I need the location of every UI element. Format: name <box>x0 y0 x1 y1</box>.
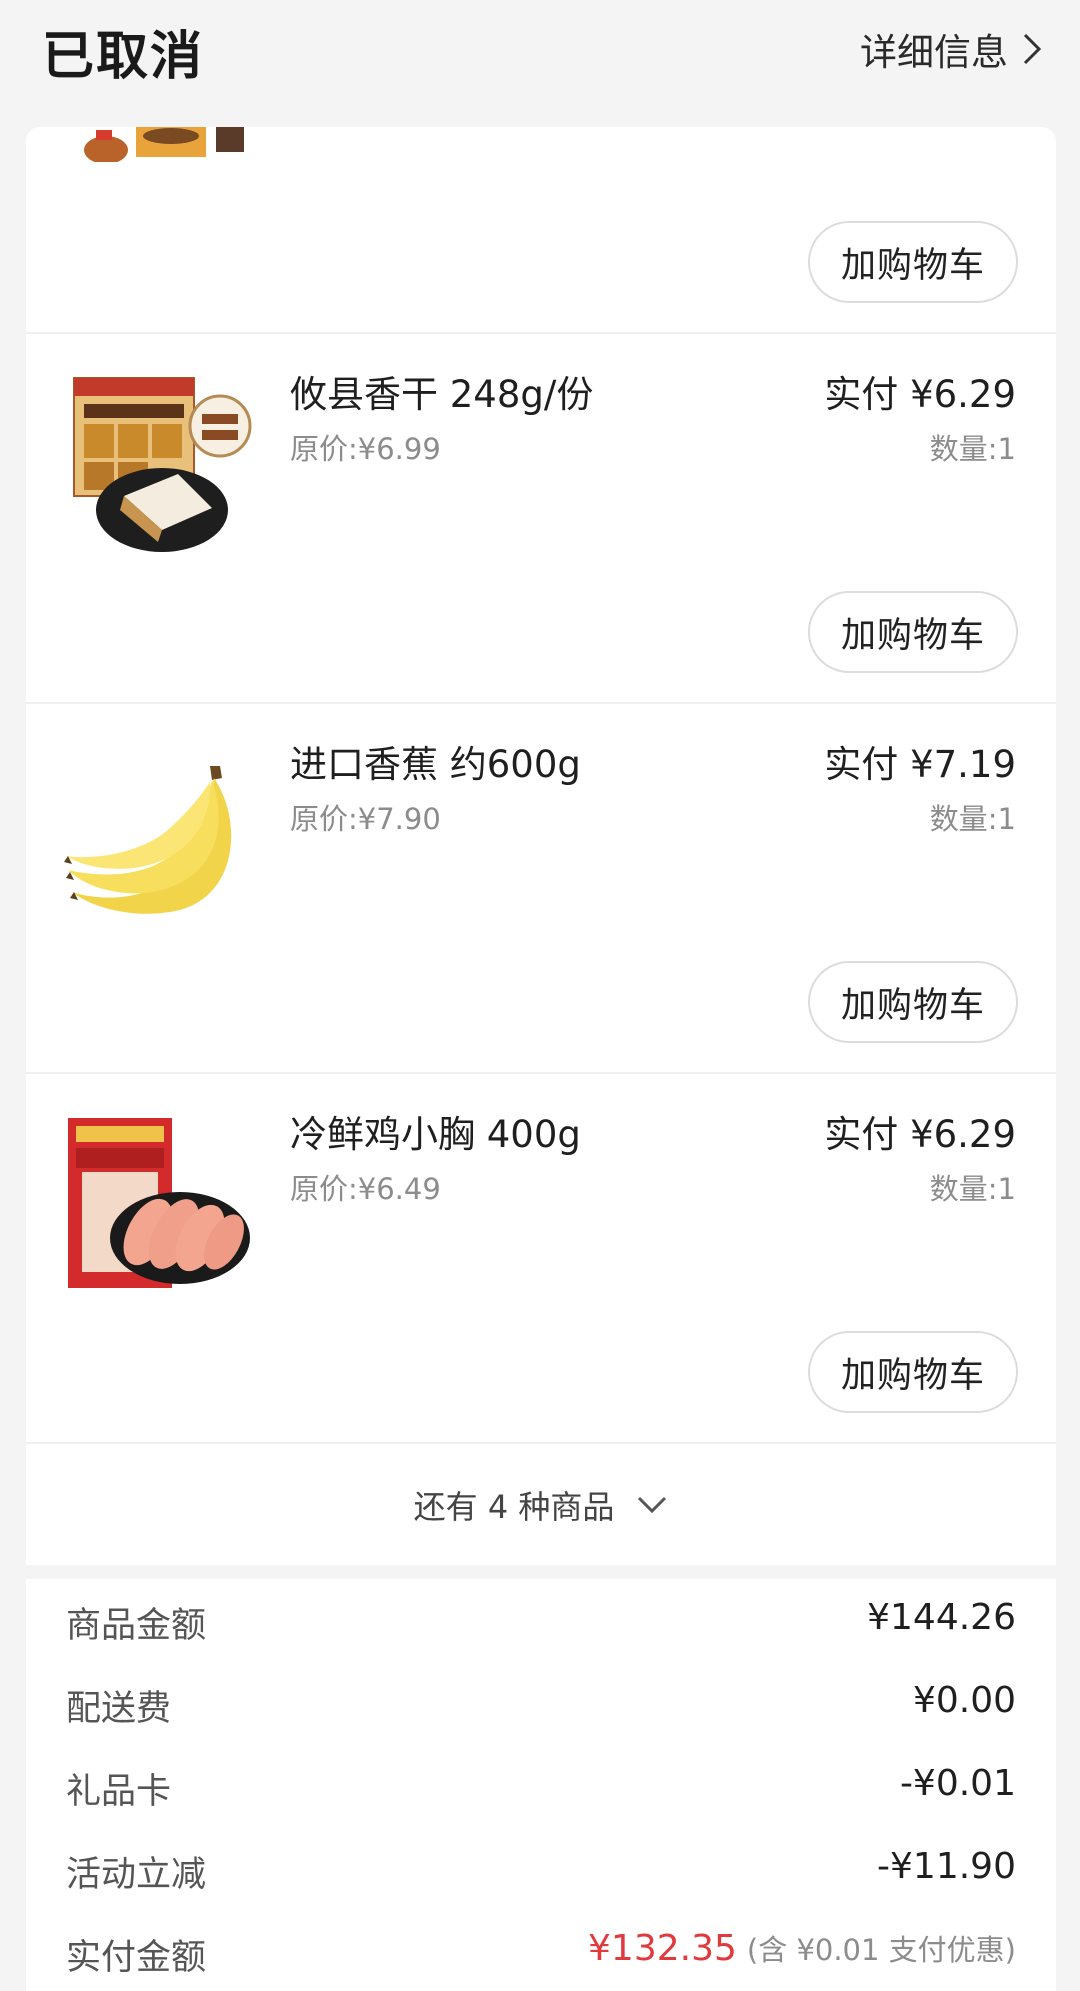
product-image-chicken <box>68 1118 250 1288</box>
original-price: 原价:¥7.90 <box>290 802 441 836</box>
add-to-cart-button[interactable]: 加购物车 <box>808 591 1018 673</box>
detail-info-label: 详细信息 <box>860 31 1008 74</box>
product-name: 进口香蕉 约600g <box>290 743 581 786</box>
product-name: 冷鲜鸡小胸 400g <box>290 1113 581 1156</box>
product-image-partial <box>66 127 266 162</box>
add-to-cart-button[interactable]: 加购物车 <box>808 221 1018 303</box>
detail-info-link[interactable]: 详细信息 <box>860 22 1042 76</box>
product-image-dried-tofu <box>73 377 252 552</box>
paid-price: 实付 ¥7.19 <box>824 743 1016 786</box>
delivery-fee-label: 配送费 <box>66 1689 172 1729</box>
quantity: 数量:1 <box>929 1172 1016 1206</box>
product-name: 攸县香干 248g/份 <box>290 373 594 416</box>
more-items-label: 还有 4 种商品 <box>413 1488 615 1526</box>
chevron-down-icon <box>638 1496 667 1514</box>
product-image-banana <box>64 766 232 914</box>
total-paid-note: (含 ¥0.01 支付优惠) <box>746 1933 1016 1967</box>
paid-price: 实付 ¥6.29 <box>824 1113 1016 1156</box>
goods-amount-value: ¥144.26 <box>867 1597 1016 1638</box>
total-paid-value: ¥132.35 <box>588 1928 737 1969</box>
order-card: 加购物车 攸县香干 248g/份 原价:¥6.99 实付 ¥6.29 数量:1 … <box>26 127 1056 1991</box>
section-gap <box>26 1565 1056 1579</box>
promo-discount-label: 活动立减 <box>66 1855 207 1895</box>
promo-discount-value: -¥11.90 <box>877 1846 1016 1887</box>
total-paid-label: 实付金额 <box>66 1938 207 1978</box>
original-price: 原价:¥6.49 <box>290 1172 441 1206</box>
add-to-cart-button[interactable]: 加购物车 <box>808 1331 1018 1413</box>
order-item: 攸县香干 248g/份 原价:¥6.99 实付 ¥6.29 数量:1 加购物车 <box>26 334 1056 702</box>
divider <box>26 1442 1056 1444</box>
show-more-items[interactable]: 还有 4 种商品 <box>26 1445 1056 1565</box>
paid-price: 实付 ¥6.29 <box>824 373 1016 416</box>
goods-amount-label: 商品金额 <box>66 1606 207 1646</box>
quantity: 数量:1 <box>929 432 1016 466</box>
total-paid: ¥132.35 (含 ¥0.01 支付优惠) <box>588 1927 1016 1969</box>
chevron-right-icon <box>1023 33 1042 65</box>
add-to-cart-button[interactable]: 加购物车 <box>808 961 1018 1043</box>
delivery-fee-value: ¥0.00 <box>912 1680 1016 1721</box>
quantity: 数量:1 <box>929 802 1016 836</box>
gift-card-label: 礼品卡 <box>66 1772 172 1812</box>
order-item: 进口香蕉 约600g 原价:¥7.90 实付 ¥7.19 数量:1 加购物车 <box>26 704 1056 1072</box>
order-item: 加购物车 <box>26 127 1056 332</box>
order-item: 冷鲜鸡小胸 400g 原价:¥6.49 实付 ¥6.29 数量:1 加购物车 <box>26 1074 1056 1442</box>
gift-card-value: -¥0.01 <box>899 1763 1016 1804</box>
original-price: 原价:¥6.99 <box>290 432 441 466</box>
